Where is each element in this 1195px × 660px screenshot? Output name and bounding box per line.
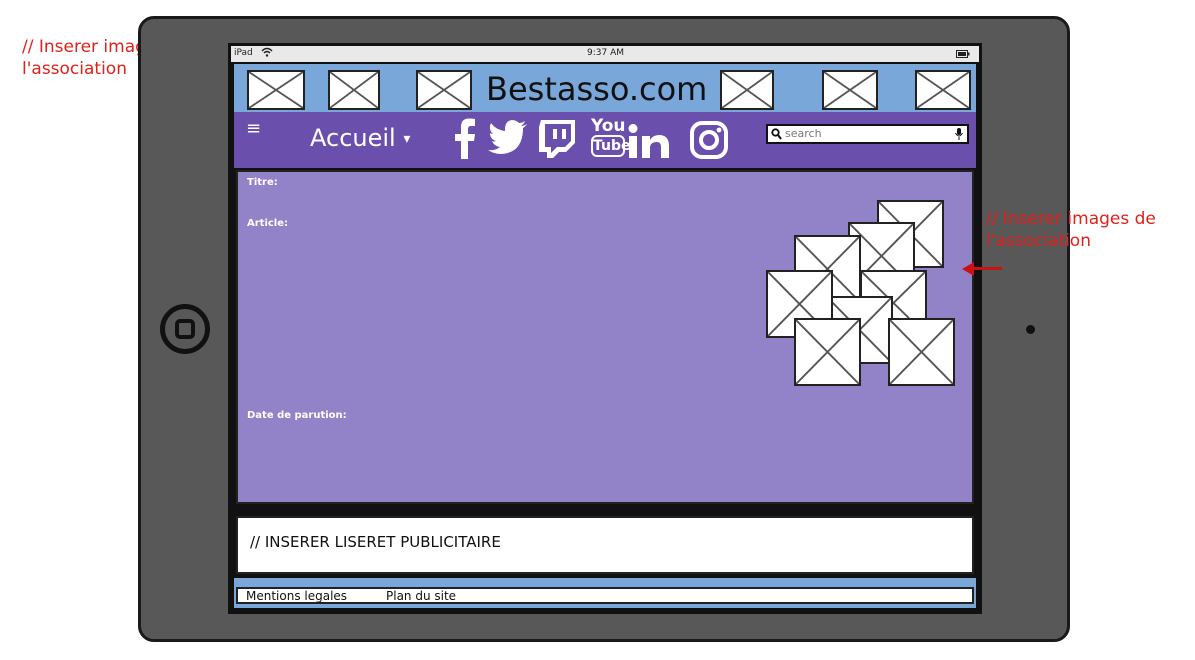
image-placeholder xyxy=(720,70,774,110)
instagram-icon[interactable] xyxy=(690,121,728,163)
site-title[interactable]: Bestasso.com xyxy=(486,70,707,108)
image-placeholder xyxy=(794,318,861,386)
annotation-right: // Inserer images de l'association xyxy=(986,208,1156,252)
search-icon xyxy=(771,128,782,143)
linkedin-icon[interactable] xyxy=(628,124,670,162)
annotation-right-line1: // Inserer images de xyxy=(986,209,1156,229)
youtube-top-text: You xyxy=(591,116,626,136)
image-placeholder xyxy=(888,318,955,386)
annotation-right-arrowhead xyxy=(962,262,974,276)
home-menu[interactable]: Accueil ▾ xyxy=(310,124,410,152)
footer-link-sitemap[interactable]: Plan du site xyxy=(386,589,456,603)
home-button[interactable] xyxy=(160,304,210,354)
image-placeholder xyxy=(822,70,878,110)
wifi-icon xyxy=(261,47,273,60)
annotation-right-line2: l'association xyxy=(986,231,1091,251)
caret-down-icon: ▾ xyxy=(403,131,411,147)
article-label: Article: xyxy=(247,218,289,229)
image-placeholder xyxy=(915,70,971,110)
search-input[interactable]: search xyxy=(785,127,822,140)
image-placeholder xyxy=(416,70,472,110)
image-placeholder xyxy=(247,70,305,110)
time-label: 9:37 AM xyxy=(587,48,624,58)
search-box[interactable]: search xyxy=(766,124,969,144)
image-placeholder xyxy=(328,70,380,110)
ad-text: // INSERER LISERET PUBLICITAIRE xyxy=(250,533,501,551)
date-label: Date de parution: xyxy=(247,410,347,421)
twitter-icon[interactable] xyxy=(488,120,528,158)
footer-link-legal[interactable]: Mentions legales xyxy=(246,589,347,603)
facebook-icon[interactable] xyxy=(453,117,477,163)
youtube-icon[interactable]: You Tube xyxy=(591,116,631,157)
status-bar: iPad 9:37 AM xyxy=(231,46,979,62)
youtube-bottom-text: Tube xyxy=(591,135,631,157)
ad-banner: // INSERER LISERET PUBLICITAIRE xyxy=(236,516,974,574)
battery-icon xyxy=(956,50,970,61)
footer: Mentions legales Plan du site xyxy=(236,587,974,604)
twitch-icon[interactable] xyxy=(537,118,577,162)
camera-dot xyxy=(1026,325,1035,334)
microphone-icon[interactable] xyxy=(955,128,963,143)
home-menu-label: Accueil xyxy=(310,124,396,152)
device-label: iPad xyxy=(234,48,253,58)
menu-icon[interactable]: ≡ xyxy=(246,118,261,139)
annotation-right-arrow xyxy=(972,267,1002,270)
title-label: Titre: xyxy=(247,177,278,188)
